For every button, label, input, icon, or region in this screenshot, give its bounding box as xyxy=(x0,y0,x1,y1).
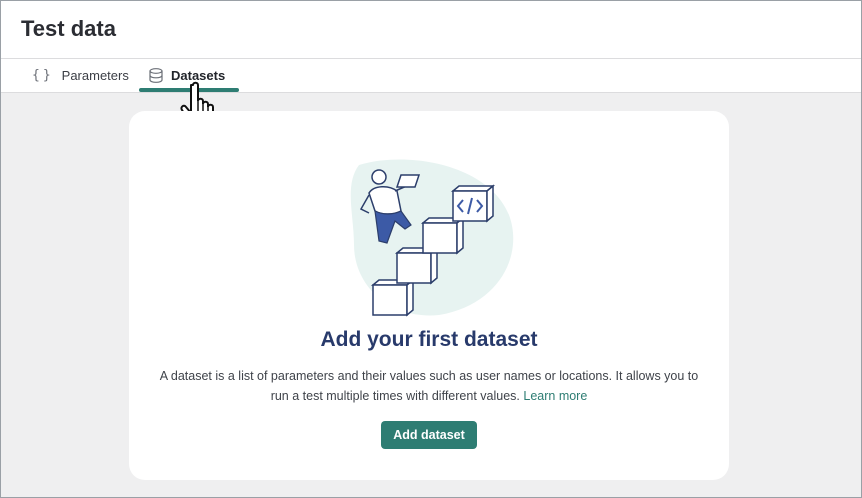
add-dataset-button[interactable]: Add dataset xyxy=(381,421,477,449)
page-header: Test data xyxy=(1,1,861,59)
empty-state-card: Add your first dataset A dataset is a li… xyxy=(129,111,729,480)
page-title: Test data xyxy=(21,16,116,41)
curly-braces-icon: {} xyxy=(32,68,54,83)
empty-state-description: A dataset is a list of parameters and th… xyxy=(159,366,699,406)
empty-state-description-text: A dataset is a list of parameters and th… xyxy=(159,369,699,403)
tab-bar: {} Parameters Datasets xyxy=(1,59,861,93)
app-window: Test data {} Parameters Datasets Add you… xyxy=(0,0,862,498)
database-icon xyxy=(149,68,163,83)
tab-parameters-label: Parameters xyxy=(61,68,129,83)
person-climbing-stairs-code-icon xyxy=(349,155,529,325)
empty-state-title: Add your first dataset xyxy=(320,328,538,351)
tab-parameters[interactable]: {} Parameters xyxy=(32,59,129,92)
learn-more-link[interactable]: Learn more xyxy=(523,389,587,403)
